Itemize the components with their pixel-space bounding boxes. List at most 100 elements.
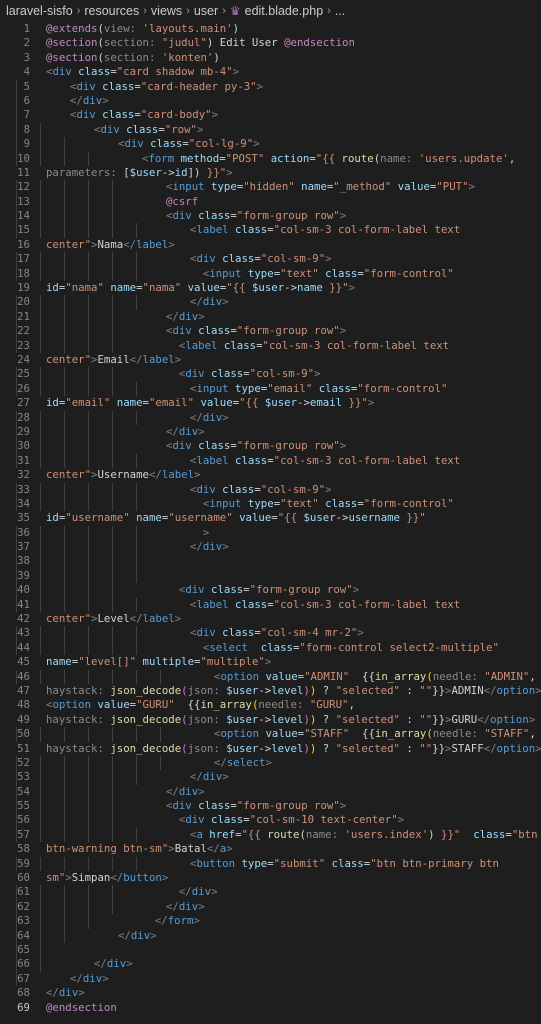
code-line[interactable]: 59 <button type="submit" class="btn btn-p…: [0, 856, 541, 872]
code-line[interactable]: 3 @section(section: 'konten'): [0, 51, 541, 65]
code-line[interactable]: 36 >: [0, 525, 541, 541]
code-line[interactable]: 1 @extends(view: 'layouts.main'): [0, 22, 541, 36]
code-text[interactable]: <div class="col-sm-10 text-center">: [30, 813, 541, 827]
code-line[interactable]: 29 </div>: [0, 424, 541, 440]
code-text[interactable]: </div>: [30, 885, 541, 899]
code-text[interactable]: @section(section: 'konten'): [30, 51, 541, 65]
code-line[interactable]: 35 id="username" name="username" value="{…: [0, 511, 541, 525]
code-line[interactable]: 2 @section(section: "judul") Edit User @e…: [0, 36, 541, 50]
code-line[interactable]: 63 </form>: [0, 914, 541, 929]
code-text[interactable]: <div class="card-header py-3">: [30, 80, 541, 94]
code-text[interactable]: <div class="col-lg-9">: [30, 137, 541, 151]
code-line[interactable]: 58 btn-warning btn-sm">Batal</a>: [0, 842, 541, 856]
code-text[interactable]: <label class="col-sm-3 col-form-label te…: [30, 598, 541, 612]
code-text[interactable]: haystack: json_decode(json: $user->level…: [30, 684, 541, 698]
code-text[interactable]: <div class="col-sm-9">: [30, 367, 541, 381]
code-line[interactable]: 20 </div>: [0, 295, 541, 310]
code-text[interactable]: </div>: [30, 900, 541, 914]
code-text[interactable]: <label class="col-sm-3 col-form-label te…: [30, 223, 541, 237]
breadcrumb-item-user[interactable]: user: [194, 4, 218, 18]
code-line[interactable]: 53 </div>: [0, 770, 541, 785]
code-text[interactable]: </div>: [30, 411, 541, 425]
code-line[interactable]: 33 <div class="col-sm-9">: [0, 482, 541, 497]
code-line[interactable]: 15 <label class="col-sm-3 col-form-label …: [0, 223, 541, 238]
code-text[interactable]: </div>: [30, 957, 541, 971]
code-line[interactable]: 44 <select class="form-control select2-m…: [0, 640, 541, 656]
code-text[interactable]: <a href="{{ route(name: 'users.index') }…: [30, 828, 541, 842]
code-text[interactable]: </div>: [30, 929, 541, 943]
code-text[interactable]: </div>: [30, 986, 541, 1000]
code-text[interactable]: id="nama" name="nama" value="{{ $user->n…: [30, 281, 541, 295]
code-line[interactable]: 61 </div>: [0, 885, 541, 900]
code-text[interactable]: @extends(view: 'layouts.main'): [30, 22, 541, 36]
code-line[interactable]: 62 </div>: [0, 899, 541, 915]
code-line[interactable]: 28 </div>: [0, 410, 541, 425]
code-text[interactable]: <input type="email" class="form-control": [30, 382, 541, 396]
code-line[interactable]: 49 haystack: json_decode(json: $user->lev…: [0, 713, 541, 727]
code-line[interactable]: 56 <div class="col-sm-10 text-center">: [0, 813, 541, 828]
code-text[interactable]: parameters: [$user->id]) }}">: [30, 166, 541, 180]
code-text[interactable]: <div class="card shadow mb-4">: [30, 65, 541, 79]
code-text[interactable]: [30, 569, 541, 583]
code-line[interactable]: 30 <div class="form-group row">: [0, 439, 541, 454]
code-text[interactable]: <option value="ADMIN" {{in_array(needle:…: [30, 670, 541, 684]
code-line[interactable]: 43 <div class="col-sm-4 mr-2">: [0, 626, 541, 641]
code-line[interactable]: 19 id="nama" name="nama" value="{{ $user-…: [0, 281, 541, 295]
code-text[interactable]: <div class="row">: [30, 123, 541, 137]
breadcrumb-item-resources[interactable]: resources: [84, 4, 139, 18]
code-line[interactable]: 11 parameters: [$user->id]) }}">: [0, 166, 541, 180]
code-text[interactable]: <label class="col-sm-3 col-form-label te…: [30, 339, 541, 353]
code-text[interactable]: btn-warning btn-sm">Batal</a>: [30, 842, 541, 856]
code-text[interactable]: <option value="STAFF" {{in_array(needle:…: [30, 727, 541, 741]
breadcrumb-more[interactable]: ...: [335, 4, 345, 18]
code-line[interactable]: 67 </div>: [0, 971, 541, 987]
code-line[interactable]: 40 <div class="form-group row">: [0, 583, 541, 598]
code-text[interactable]: <select class="form-control select2-mult…: [30, 641, 541, 655]
code-line[interactable]: 14 <div class="form-group row">: [0, 209, 541, 224]
code-line[interactable]: 7 <div class="card-body">: [0, 108, 541, 123]
code-text[interactable]: >: [30, 526, 541, 540]
code-text[interactable]: </div>: [30, 425, 541, 439]
code-line[interactable]: 34 <input type="text" class="form-contro…: [0, 496, 541, 512]
code-text[interactable]: center">Username</label>: [30, 468, 541, 482]
code-text[interactable]: </div>: [30, 770, 541, 784]
code-line[interactable]: 50 <option value="STAFF" {{in_array(needl…: [0, 727, 541, 742]
code-line[interactable]: 46 <option value="ADMIN" {{in_array(needl…: [0, 669, 541, 684]
code-line[interactable]: 52 </select>: [0, 755, 541, 771]
code-text[interactable]: haystack: json_decode(json: $user->level…: [30, 713, 541, 727]
code-line[interactable]: 64 </div>: [0, 928, 541, 943]
code-text[interactable]: <div class="col-sm-9">: [30, 483, 541, 497]
code-text[interactable]: <div class="card-body">: [30, 108, 541, 122]
code-line[interactable]: 4 <div class="card shadow mb-4">: [0, 65, 541, 79]
code-line[interactable]: 9 <div class="col-lg-9">: [0, 137, 541, 152]
code-text[interactable]: <div class="form-group row">: [30, 324, 541, 338]
code-line[interactable]: 27 id="email" name="email" value="{{ $use…: [0, 396, 541, 410]
code-text[interactable]: <input type="hidden" name="_method" valu…: [30, 180, 541, 194]
code-text[interactable]: <div class="form-group row">: [30, 583, 541, 597]
code-text[interactable]: <button type="submit" class="btn btn-pri…: [30, 857, 541, 871]
code-text[interactable]: haystack: json_decode(json: $user->level…: [30, 742, 541, 756]
code-line[interactable]: 8 <div class="row">: [0, 122, 541, 138]
code-line[interactable]: 6 </div>: [0, 93, 541, 109]
code-text[interactable]: <div class="form-group row">: [30, 439, 541, 453]
code-line[interactable]: 66 </div>: [0, 957, 541, 972]
code-line[interactable]: 13 @csrf: [0, 194, 541, 210]
code-line[interactable]: 41 <label class="col-sm-3 col-form-label …: [0, 597, 541, 613]
code-line[interactable]: 24 center">Email</label>: [0, 353, 541, 367]
code-text[interactable]: <div class="form-group row">: [30, 799, 541, 813]
code-text[interactable]: </div>: [30, 972, 541, 986]
code-text[interactable]: @section(section: "judul") Edit User @en…: [30, 36, 541, 50]
code-line[interactable]: 16 center">Nama</label>: [0, 238, 541, 252]
code-text[interactable]: <div class="col-sm-4 mr-2">: [30, 626, 541, 640]
code-text[interactable]: </select>: [30, 756, 541, 770]
code-text[interactable]: <div class="col-sm-9">: [30, 252, 541, 266]
code-line[interactable]: 5 <div class="card-header py-3">: [0, 79, 541, 94]
code-line[interactable]: 45 name="level[]" multiple="multiple">: [0, 655, 541, 669]
code-line[interactable]: 47 haystack: json_decode(json: $user->lev…: [0, 684, 541, 698]
code-line[interactable]: 18 <input type="text" class="form-contro…: [0, 266, 541, 282]
code-line[interactable]: 51 haystack: json_decode(json: $user->lev…: [0, 742, 541, 756]
code-line[interactable]: 37 </div>: [0, 540, 541, 555]
code-line[interactable]: 22 <div class="form-group row">: [0, 324, 541, 339]
code-text[interactable]: center">Email</label>: [30, 353, 541, 367]
code-text[interactable]: center">Nama</label>: [30, 238, 541, 252]
